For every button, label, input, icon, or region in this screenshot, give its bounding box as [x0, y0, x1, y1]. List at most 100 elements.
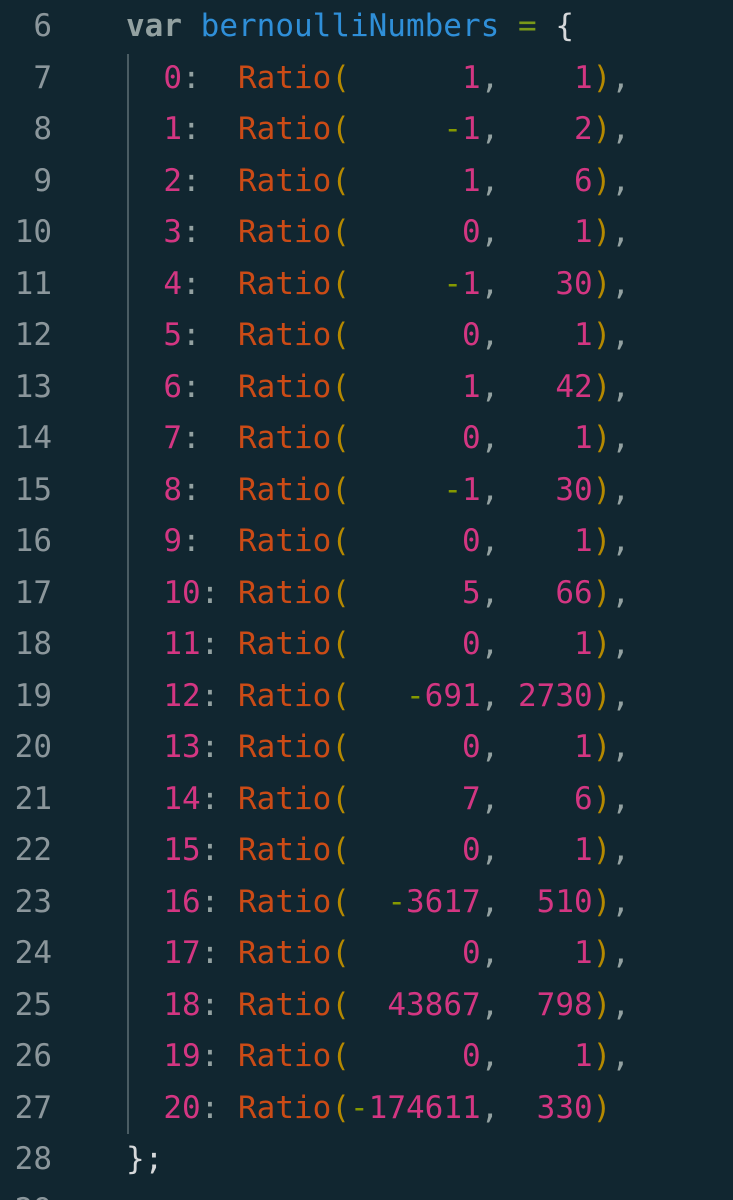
arg-comma: , [480, 883, 500, 920]
code-text[interactable]: 15: Ratio( 0, 1), [126, 832, 630, 868]
code-line-entry[interactable]: 19 12: Ratio( -691, 2730), [0, 670, 733, 722]
entry-key: 20 [163, 1089, 201, 1126]
code-line-entry[interactable]: 25 18: Ratio( 43867, 798), [0, 979, 733, 1031]
code-line-declaration[interactable]: 6 var bernoulliNumbers = { [0, 0, 733, 52]
arg-comma: , [480, 986, 500, 1023]
arg-comma: , [480, 317, 500, 353]
open-paren: ( [331, 1089, 350, 1126]
code-text[interactable]: 16: Ratio( -3617, 510), [126, 884, 630, 920]
code-text[interactable]: 2: Ratio( 1, 6), [126, 163, 630, 199]
code-text[interactable]: 7: Ratio( 0, 1), [126, 420, 630, 456]
code-text[interactable]: var bernoulliNumbers = { [126, 8, 574, 44]
code-line-partial[interactable]: 29 [0, 1184, 733, 1200]
code-text[interactable]: 19: Ratio( 0, 1), [126, 1038, 630, 1074]
key-colon: : [182, 265, 201, 302]
key-colon: : [200, 832, 220, 868]
line-number: 21 [14, 780, 52, 817]
close-paren: ) [592, 1038, 612, 1074]
code-line-entry[interactable]: 22 15: Ratio( 0, 1), [0, 824, 733, 876]
code-line-entry[interactable]: 17 10: Ratio( 5, 66), [0, 567, 733, 619]
code-line-entry[interactable]: 14 7: Ratio( 0, 1), [0, 412, 733, 464]
line-number: 8 [33, 111, 52, 147]
entry-key: 13 [163, 729, 201, 765]
code-text[interactable]: 5: Ratio( 0, 1), [126, 317, 630, 353]
key-colon: : [200, 986, 220, 1023]
key-colon: : [182, 523, 201, 559]
code-line-entry[interactable]: 27 20: Ratio(-174611, 330) [0, 1082, 733, 1134]
code-line-entry[interactable]: 21 14: Ratio( 7, 6), [0, 773, 733, 825]
code-text[interactable]: 3: Ratio( 0, 1), [126, 214, 630, 250]
code-line-entry[interactable]: 23 16: Ratio( -3617, 510), [0, 876, 733, 928]
line-number: 25 [14, 986, 52, 1023]
code-line-entry[interactable]: 15 8: Ratio( -1, 30), [0, 464, 733, 516]
code-line-entry[interactable]: 9 2: Ratio( 1, 6), [0, 155, 733, 207]
code-editor[interactable]: 6 var bernoulliNumbers = { 7 0: Ratio( 1… [0, 0, 733, 1200]
code-line-entry[interactable]: 18 11: Ratio( 0, 1), [0, 618, 733, 670]
code-line-entry[interactable]: 12 5: Ratio( 0, 1), [0, 309, 733, 361]
entry-key: 17 [163, 935, 201, 971]
close-paren: ) [592, 729, 612, 765]
function-name: Ratio [238, 626, 332, 662]
line-number: 24 [14, 935, 52, 971]
code-text[interactable]: 1: Ratio( -1, 2), [126, 111, 630, 147]
code-text[interactable]: 18: Ratio( 43867, 798), [126, 987, 630, 1023]
line-number: 16 [14, 523, 52, 559]
code-text[interactable]: 0: Ratio( 1, 1), [126, 60, 630, 96]
open-paren: ( [331, 935, 350, 971]
function-name: Ratio [238, 677, 332, 714]
code-line-entry[interactable]: 8 1: Ratio( -1, 2), [0, 103, 733, 155]
open-brace: { [555, 8, 574, 44]
code-text[interactable]: 6: Ratio( 1, 42), [126, 369, 630, 405]
key-colon: : [200, 935, 220, 971]
function-name: Ratio [238, 162, 332, 199]
line-number: 12 [14, 317, 52, 353]
code-line-entry[interactable]: 26 19: Ratio( 0, 1), [0, 1030, 733, 1082]
numerator: 1 [461, 162, 481, 199]
code-text[interactable]: 14: Ratio( 7, 6), [126, 781, 630, 817]
code-line-entry[interactable]: 10 3: Ratio( 0, 1), [0, 206, 733, 258]
entry-key: 19 [163, 1038, 201, 1074]
key-colon: : [182, 420, 201, 456]
key-colon: : [182, 59, 201, 96]
line-number: 23 [14, 883, 52, 920]
code-text[interactable]: 13: Ratio( 0, 1), [126, 729, 630, 765]
code-text[interactable]: 20: Ratio(-174611, 330) [126, 1090, 611, 1126]
code-text[interactable]: 17: Ratio( 0, 1), [126, 935, 630, 971]
function-name: Ratio [238, 368, 332, 405]
code-line-entry[interactable]: 24 17: Ratio( 0, 1), [0, 927, 733, 979]
code-line-entry[interactable]: 11 4: Ratio( -1, 30), [0, 258, 733, 310]
code-line-closing[interactable]: 28 }; [0, 1133, 733, 1185]
code-line-entry[interactable]: 16 9: Ratio( 0, 1), [0, 515, 733, 567]
trailing-comma: , [611, 883, 630, 920]
code-text[interactable]: 11: Ratio( 0, 1), [126, 626, 630, 662]
denominator: 1 [573, 626, 593, 662]
code-line-entry[interactable]: 20 13: Ratio( 0, 1), [0, 721, 733, 773]
function-name: Ratio [238, 729, 332, 765]
code-text[interactable]: 9: Ratio( 0, 1), [126, 523, 630, 559]
code-text[interactable]: 8: Ratio( -1, 30), [126, 472, 630, 508]
code-text[interactable]: 10: Ratio( 5, 66), [126, 575, 630, 611]
code-text[interactable]: 12: Ratio( -691, 2730), [126, 678, 630, 714]
arg-comma: , [480, 368, 500, 405]
entry-key: 4 [163, 265, 182, 302]
code-line-entry[interactable]: 7 0: Ratio( 1, 1), [0, 52, 733, 104]
function-name: Ratio [238, 883, 332, 920]
code-text[interactable]: 4: Ratio( -1, 30), [126, 266, 630, 302]
key-colon: : [182, 111, 201, 147]
entry-key: 3 [163, 214, 182, 250]
code-line-entry[interactable]: 13 6: Ratio( 1, 42), [0, 361, 733, 413]
